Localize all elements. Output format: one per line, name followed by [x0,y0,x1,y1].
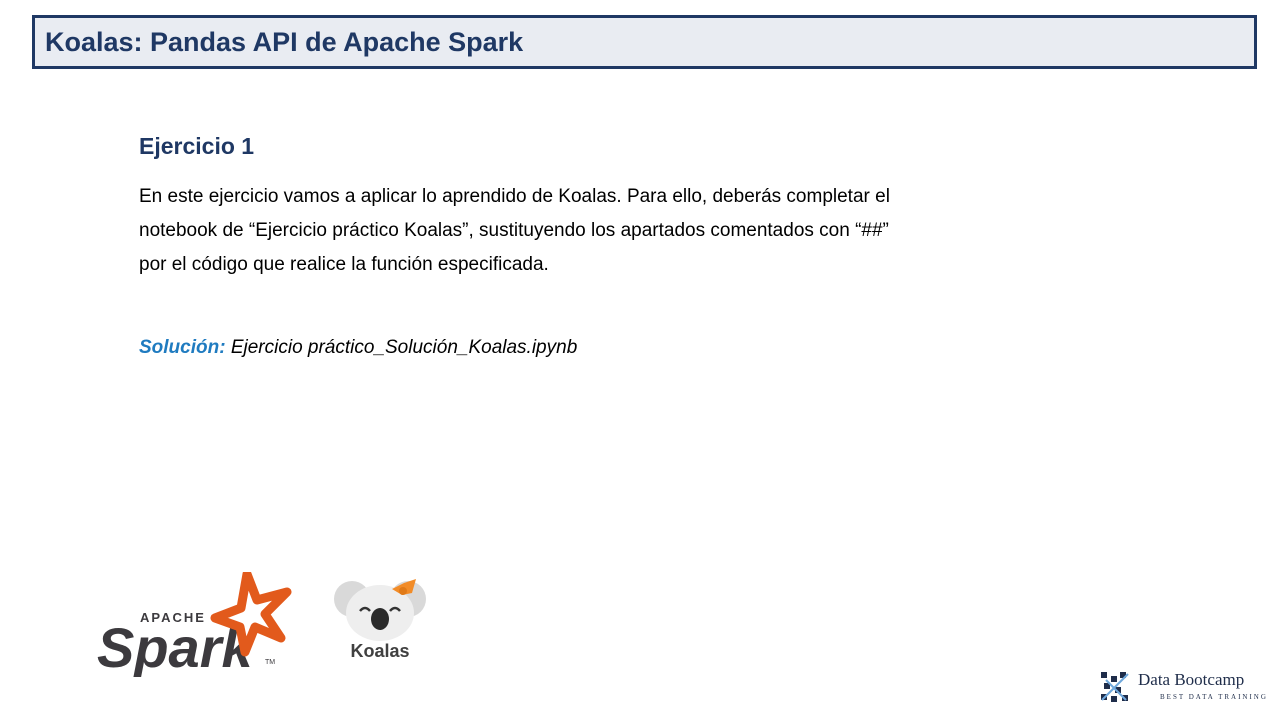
exercise-heading: Ejercicio 1 [139,133,255,159]
solution-file: Ejercicio práctico_Solución_Koalas.ipynb [225,337,578,358]
spark-logo-tm: TM [265,659,275,666]
slide-title: Koalas: Pandas API de Apache Spark [45,27,524,57]
description-line-3: por el código que realice la función esp… [139,254,549,275]
description-line-2: notebook de “Ejercicio práctico Koalas”,… [139,220,889,241]
koalas-logo-text: Koalas [350,641,410,661]
brand-name: Data Bootcamp [1138,670,1245,689]
koala-nose-icon [371,608,389,630]
solution-line: Solución: Ejercicio práctico_Solución_Ko… [139,337,577,359]
description-line-1: En este ejercicio vamos a aplicar lo apr… [139,186,890,207]
solution-label: Solución: [139,337,226,358]
title-bar: Koalas: Pandas API de Apache Spark [32,15,1257,69]
exercise-description: En este ejercicio vamos a aplicar lo apr… [139,180,1039,282]
apache-spark-logo: APACHE Spark TM [97,572,292,677]
brand-tagline: BEST DATA TRAINING [1160,693,1268,701]
